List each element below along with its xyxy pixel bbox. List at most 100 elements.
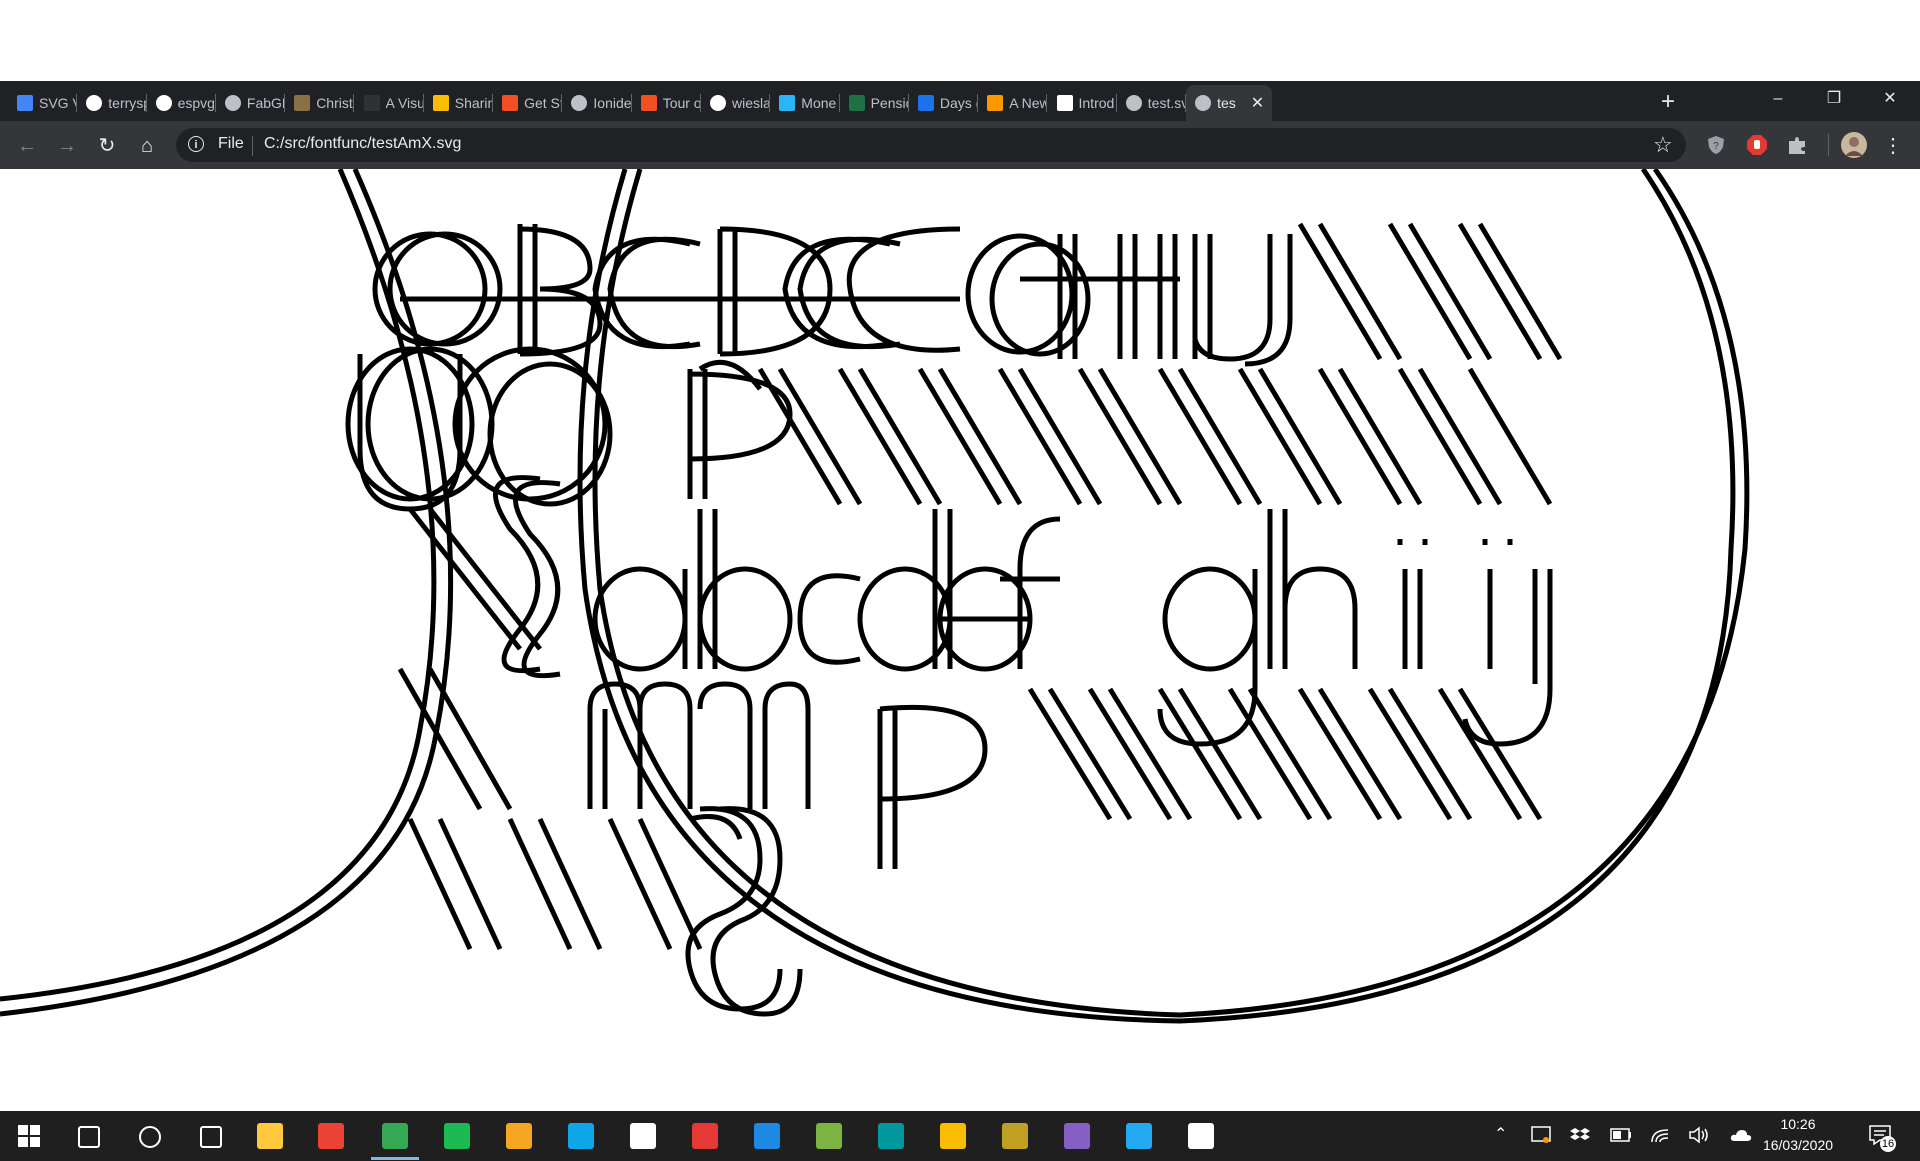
browser-tab[interactable]: terrysp <box>77 85 147 121</box>
file-explorer-icon[interactable] <box>257 1123 283 1149</box>
adblock-extension-icon[interactable] <box>1746 134 1768 156</box>
reload-button[interactable]: ↻ <box>94 133 120 159</box>
puzzle-extension-icon[interactable] <box>1786 134 1808 156</box>
profile-avatar[interactable] <box>1841 132 1867 158</box>
vscode-icon[interactable] <box>1126 1123 1152 1149</box>
clock-time: 10:26 <box>1780 1116 1816 1132</box>
tab-title: A Visu <box>385 95 424 111</box>
site-info-icon[interactable]: i <box>188 136 204 152</box>
browser-tab[interactable]: Tour o <box>632 85 701 121</box>
browser-tab[interactable]: test.sv <box>1117 85 1187 121</box>
tab-title: Pensio <box>870 95 909 111</box>
chrome-icon[interactable] <box>382 1123 408 1149</box>
browser-tab[interactable]: Ionide <box>562 85 632 121</box>
keep-icon[interactable] <box>940 1123 966 1149</box>
glyph-h <box>1267 509 1358 669</box>
christ-thumbnail-icon <box>294 95 311 111</box>
notes-app-icon[interactable] <box>816 1123 842 1149</box>
mountain-app-icon[interactable] <box>1188 1123 1214 1149</box>
globe-icon <box>1195 95 1212 111</box>
cortana-icon[interactable] <box>139 1126 161 1148</box>
notification-count-badge: 16 <box>1880 1136 1896 1152</box>
browser-tab[interactable]: espvgi <box>147 85 216 121</box>
xmind-icon[interactable] <box>692 1123 718 1149</box>
arduino-icon[interactable] <box>878 1123 904 1149</box>
notepad-icon[interactable] <box>630 1123 656 1149</box>
visual-studio-icon[interactable] <box>1064 1123 1090 1149</box>
bookmark-star-icon[interactable]: ☆ <box>1653 132 1673 158</box>
dropbox-icon[interactable] <box>1570 1126 1590 1144</box>
c-app-icon[interactable] <box>568 1123 594 1149</box>
glyph-i-stems <box>1402 569 1493 669</box>
browser-tab[interactable]: Pensio <box>840 85 909 121</box>
back-button[interactable]: ← <box>14 133 40 159</box>
glyph-C <box>846 226 961 353</box>
shield-extension-icon[interactable]: ? <box>1705 134 1727 156</box>
f-app-icon[interactable] <box>506 1123 532 1149</box>
running-indicator <box>371 1157 419 1160</box>
github-icon <box>155 95 172 111</box>
glyph-row-bottom <box>407 806 803 1017</box>
big-arc-left <box>0 168 437 1002</box>
github-icon <box>86 95 103 111</box>
svg-viewer-icon <box>17 95 33 111</box>
close-window-button[interactable]: ✕ <box>1862 82 1918 118</box>
gmail-icon[interactable] <box>318 1123 344 1149</box>
browser-tab[interactable]: A Visu <box>355 85 424 121</box>
task-view-icon[interactable] <box>200 1126 222 1148</box>
tray-chevron-icon[interactable]: ⌃ <box>1494 1124 1507 1144</box>
tab-title: wiesla <box>732 95 771 111</box>
browser-tab[interactable]: tes ✕ <box>1186 85 1273 121</box>
restore-button[interactable]: ❐ <box>1806 82 1862 118</box>
glyph-a <box>592 566 688 672</box>
tab-close-icon[interactable]: ✕ <box>1251 93 1264 113</box>
svg-text:?: ? <box>1713 141 1719 152</box>
browser-tab[interactable]: Get St <box>493 85 563 121</box>
terminal-app-icon[interactable] <box>754 1123 780 1149</box>
browser-tab[interactable]: wiesla <box>701 85 771 121</box>
minimize-button[interactable]: – <box>1750 82 1806 118</box>
glyph-slashes <box>757 367 1553 506</box>
spotify-icon[interactable] <box>444 1123 470 1149</box>
forward-button[interactable]: → <box>54 133 80 159</box>
search-icon[interactable] <box>78 1126 100 1148</box>
glyph-row-uppercase-1 <box>372 222 1563 367</box>
browser-tab[interactable]: Christ <box>285 85 355 121</box>
tray-app-icon[interactable] <box>1531 1126 1551 1144</box>
taskbar-clock[interactable]: 10:26 16/03/2020 <box>1752 1114 1844 1156</box>
new-tab-button[interactable]: + <box>1654 88 1682 116</box>
browser-tab[interactable]: FabGL <box>216 85 286 121</box>
glyph-f <box>1000 516 1061 669</box>
sun-icon <box>987 95 1004 111</box>
browser-tab[interactable]: A New <box>978 85 1048 121</box>
home-button[interactable]: ⌂ <box>134 133 160 159</box>
globe-icon <box>1125 95 1142 111</box>
wifi-icon[interactable] <box>1650 1126 1670 1144</box>
browser-tab[interactable]: Introd <box>1048 85 1117 121</box>
url-text[interactable]: C:/src/fontfunc/testAmX.svg <box>264 135 461 153</box>
glyph-slashes <box>407 817 703 951</box>
browser-tab[interactable]: Sharin <box>424 85 494 121</box>
menu-dots-icon[interactable]: ⋮ <box>1880 133 1906 159</box>
glyph-mm <box>587 681 811 809</box>
browser-tab[interactable]: SVG Vi <box>8 85 78 121</box>
globe-app-icon[interactable] <box>1002 1123 1028 1149</box>
globe-icon <box>224 95 241 111</box>
toolbar-divider <box>1828 134 1829 156</box>
microsoft-icon <box>502 95 519 111</box>
glyph-g <box>1162 566 1258 672</box>
glyph-P <box>687 369 793 499</box>
onedrive-icon[interactable] <box>1730 1127 1752 1143</box>
money-icon <box>779 95 796 111</box>
pinwheel-icon <box>432 95 449 111</box>
omnibox-divider <box>252 136 253 156</box>
browser-tab[interactable]: Mone <box>770 85 840 121</box>
glyph-c <box>797 573 861 665</box>
battery-icon[interactable] <box>1610 1128 1632 1142</box>
tab-title: SVG Vi <box>39 95 78 111</box>
volume-icon[interactable] <box>1688 1126 1710 1144</box>
windows-start-icon[interactable] <box>18 1125 40 1147</box>
tab-title: espvgi <box>177 95 216 111</box>
browser-tab[interactable]: Days ( <box>909 85 979 121</box>
excel-icon <box>848 95 865 111</box>
